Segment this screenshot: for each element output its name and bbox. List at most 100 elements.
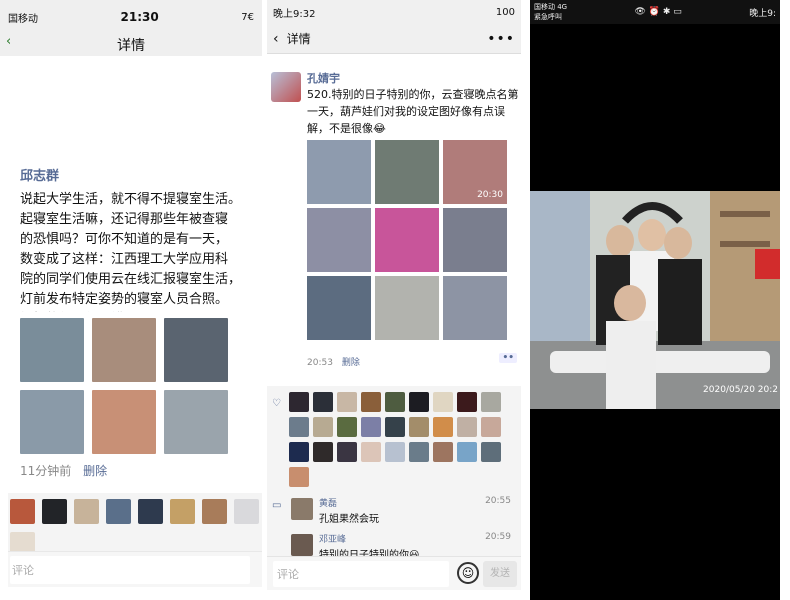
photo-timestamp: 20:30 <box>477 190 503 200</box>
liker-avatar[interactable] <box>138 499 163 524</box>
send-button[interactable]: 发送 <box>483 561 517 587</box>
liker-avatar[interactable] <box>289 442 309 462</box>
battery-level: 100 <box>495 6 515 18</box>
comment-time: 20:59 <box>485 532 511 542</box>
liker-avatar[interactable] <box>385 417 405 437</box>
carrier-label: 国移动 4G 紧急呼叫 <box>534 2 567 22</box>
post-photo[interactable] <box>92 318 156 382</box>
liker-avatar[interactable] <box>202 499 227 524</box>
post-author[interactable]: 邱志群 <box>20 165 260 184</box>
post-photo[interactable] <box>443 276 507 340</box>
liker-avatar[interactable] <box>10 499 35 524</box>
liker-avatar[interactable] <box>234 499 259 524</box>
liker-avatar[interactable] <box>289 417 309 437</box>
comment-bar: 评论 ☺ 发送 <box>267 556 521 590</box>
liker-avatar[interactable] <box>457 392 477 412</box>
liker-avatar[interactable] <box>481 392 501 412</box>
liker-avatar[interactable] <box>74 499 99 524</box>
liker-avatar[interactable] <box>457 442 477 462</box>
liker-avatar[interactable] <box>409 392 429 412</box>
liker-avatar[interactable] <box>481 442 501 462</box>
comment-item[interactable]: 黄磊 20:55 孔姐果然会玩 <box>291 496 517 526</box>
photo-timestamp: 2020/05/20 20:2 <box>703 385 778 395</box>
nav-bar: ‹ 详情 <box>0 34 262 56</box>
liker-avatar[interactable] <box>289 392 309 412</box>
photo-grid: 20:30 <box>307 140 507 340</box>
liker-avatar[interactable] <box>433 392 453 412</box>
liker-avatar[interactable] <box>361 417 381 437</box>
post-photo[interactable] <box>307 276 371 340</box>
middle-phone-screenshot: 晚上9:32 100 ‹ 详情 ••• 孔婧宇 520.特别的日子特别的你，云查… <box>267 0 521 600</box>
liker-avatar[interactable] <box>337 392 357 412</box>
post-photo[interactable] <box>164 318 228 382</box>
back-icon[interactable]: ‹ <box>273 31 279 47</box>
comment-author[interactable]: 邓亚峰 <box>319 532 346 545</box>
post-photo[interactable] <box>20 318 84 382</box>
liker-avatar[interactable] <box>433 417 453 437</box>
delete-link[interactable]: 删除 <box>342 358 360 368</box>
status-bar: 国移动 4G 紧急呼叫 👁 ⏰ ✱ ▭ 晚上9: <box>530 0 780 24</box>
post-photo[interactable] <box>375 140 439 204</box>
post-photo[interactable] <box>164 390 228 454</box>
post-photo[interactable] <box>92 390 156 454</box>
comment-input[interactable]: 评论 <box>10 556 250 584</box>
liker-avatar[interactable] <box>106 499 131 524</box>
liker-avatar[interactable] <box>409 442 429 462</box>
photo-illustration <box>530 191 780 409</box>
status-icons: 👁 ⏰ ✱ ▭ <box>634 7 682 17</box>
emoji-icon[interactable]: ☺ <box>457 562 479 584</box>
post-photo[interactable]: 20:30 <box>443 140 507 204</box>
post-text: 说起大学生活，就不得不提寝室生活。 起寝室生活嘛，还记得那些年被查寝 的恐惧吗？… <box>20 192 242 307</box>
photo-grid <box>20 318 260 454</box>
post-author[interactable]: 孔婧宇 <box>307 70 340 86</box>
liker-avatar[interactable] <box>385 392 405 412</box>
likes-list <box>8 493 262 557</box>
liker-avatar[interactable] <box>457 417 477 437</box>
post-photo[interactable] <box>375 208 439 272</box>
comment-author[interactable]: 黄磊 <box>319 496 337 509</box>
liker-avatar[interactable] <box>289 467 309 487</box>
left-phone-screenshot: 国移动 21:30 7€ ‹ 详情 邱志群 说起大学生活，就不得不提寝室生活。 … <box>0 0 262 600</box>
likes-panel: ♡ <box>267 386 521 490</box>
liker-avatar[interactable] <box>313 392 333 412</box>
page-title: 详情 <box>117 38 145 54</box>
carrier-label: 国移动 <box>8 13 38 25</box>
liker-avatar[interactable] <box>361 392 381 412</box>
liker-avatar[interactable] <box>337 442 357 462</box>
post-photo[interactable] <box>307 140 371 204</box>
liker-avatar[interactable] <box>337 417 357 437</box>
comments-panel: ▭ 黄磊 20:55 孔姐果然会玩 邓亚峰 20:59 特别的日子特别的你😃 <box>267 490 521 558</box>
comment-bar: 评论 <box>8 551 262 587</box>
comment-input[interactable]: 评论 <box>273 561 449 587</box>
clock: 晚上9: <box>749 8 776 19</box>
liker-avatar[interactable] <box>170 499 195 524</box>
post-photo[interactable] <box>20 390 84 454</box>
liker-avatar[interactable] <box>313 417 333 437</box>
emergency-label: 紧急呼叫 <box>534 13 562 21</box>
clock: 21:30 <box>120 10 159 24</box>
comment-item[interactable]: 邓亚峰 20:59 特别的日子特别的你😃 <box>291 532 517 558</box>
dorm-group-photo[interactable]: 2020/05/20 20:2 <box>530 191 780 409</box>
post-text: 520.特别的日子特别的你，云查寝晚点名第一天，葫芦娃们对我的设定图好像有点误解… <box>307 88 519 135</box>
status-icons: 7€ <box>241 11 254 23</box>
back-icon[interactable]: ‹ <box>6 34 11 49</box>
avatar[interactable] <box>291 534 313 556</box>
post-photo[interactable] <box>443 208 507 272</box>
moment-post: 邱志群 说起大学生活，就不得不提寝室生活。 起寝室生活嘛，还记得那些年被查寝 的… <box>20 165 260 479</box>
avatar[interactable] <box>291 498 313 520</box>
more-icon[interactable]: ••• <box>487 31 515 47</box>
liker-avatar[interactable] <box>409 417 429 437</box>
liker-avatar[interactable] <box>361 442 381 462</box>
liker-avatar[interactable] <box>42 499 67 524</box>
avatar[interactable] <box>271 72 301 102</box>
delete-link[interactable]: 删除 <box>83 464 107 478</box>
nav-bar: ‹ 详情 ••• <box>267 24 521 54</box>
action-menu-button[interactable]: •• <box>499 353 517 363</box>
post-photo[interactable] <box>307 208 371 272</box>
post-photo[interactable] <box>375 276 439 340</box>
comment-icon: ▭ <box>272 500 282 511</box>
liker-avatar[interactable] <box>385 442 405 462</box>
liker-avatar[interactable] <box>481 417 501 437</box>
liker-avatar[interactable] <box>313 442 333 462</box>
liker-avatar[interactable] <box>433 442 453 462</box>
